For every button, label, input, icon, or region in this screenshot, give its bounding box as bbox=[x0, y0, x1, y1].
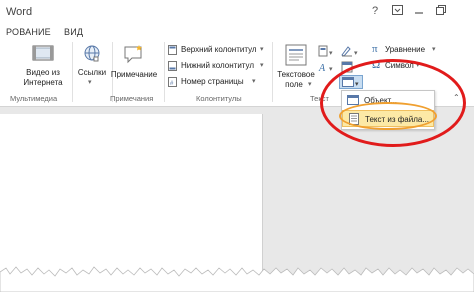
minimize-icon bbox=[415, 12, 423, 14]
equation-label: Уравнение bbox=[385, 45, 426, 54]
equation-button[interactable]: π Уравнение ▾ bbox=[372, 43, 462, 56]
textbox-dropdown-icon: ▾ bbox=[308, 81, 312, 88]
header-button[interactable]: Верхний колонтитул ▾ bbox=[168, 44, 268, 56]
svg-text:A: A bbox=[318, 63, 326, 73]
footer-label: Нижний колонтитул bbox=[181, 61, 255, 70]
links-label: Ссылки bbox=[77, 68, 107, 77]
pi-icon: π bbox=[372, 43, 378, 55]
online-video-button[interactable]: Видео из Интернета bbox=[22, 44, 64, 92]
comment-button[interactable]: Примечание bbox=[106, 44, 162, 90]
header-label: Верхний колонтитул bbox=[181, 45, 257, 54]
page-number-icon: # bbox=[168, 77, 177, 87]
footer-dropdown-icon: ▾ bbox=[260, 62, 264, 69]
wordart-button[interactable]: A ▾ bbox=[318, 60, 338, 74]
footer-button[interactable]: Нижний колонтитул ▾ bbox=[168, 60, 268, 72]
orange-highlight-oval bbox=[339, 102, 437, 130]
textbox-label-1: Текстовое bbox=[277, 70, 315, 79]
page-number-dropdown-icon: ▾ bbox=[252, 78, 256, 85]
footer-icon bbox=[168, 61, 177, 71]
svg-text:▾: ▾ bbox=[329, 50, 333, 57]
signature-icon: ▾ bbox=[341, 46, 358, 57]
tab-review[interactable]: РОВАНИЕ bbox=[6, 27, 51, 37]
help-button[interactable]: ? bbox=[367, 5, 383, 17]
quick-parts-button[interactable]: ▾ bbox=[318, 44, 338, 57]
page-number-label: Номер страницы bbox=[181, 77, 244, 86]
header-icon bbox=[168, 45, 177, 55]
svg-text:▾: ▾ bbox=[329, 66, 333, 73]
quick-parts-icon: ▾ bbox=[318, 45, 333, 57]
torn-edge bbox=[0, 266, 474, 292]
textbox-label-2: поле bbox=[285, 80, 303, 89]
wordart-icon: A ▾ bbox=[318, 63, 333, 74]
group-label-comments: Примечания bbox=[110, 94, 154, 103]
textbox-icon bbox=[285, 44, 307, 66]
group-label-media: Мультимедиа bbox=[10, 94, 58, 103]
comment-label: Примечание bbox=[110, 70, 158, 79]
links-button[interactable]: Ссылки ▾ bbox=[74, 44, 110, 90]
links-dropdown-icon: ▾ bbox=[88, 79, 92, 86]
textbox-button[interactable]: Текстовое поле ▾ bbox=[274, 44, 318, 90]
ribbon-separator bbox=[72, 42, 73, 102]
video-label-2: Интернета bbox=[23, 78, 63, 87]
ribbon-separator bbox=[164, 42, 165, 102]
restore-icon bbox=[436, 5, 446, 15]
restore-button[interactable] bbox=[433, 5, 449, 18]
header-dropdown-icon: ▾ bbox=[260, 46, 264, 53]
signature-line-button[interactable]: ▾ bbox=[340, 44, 362, 57]
video-label-1: Видео из bbox=[26, 68, 60, 77]
ribbon-display-button[interactable] bbox=[389, 5, 405, 18]
minimize-button[interactable] bbox=[411, 5, 427, 18]
video-icon bbox=[32, 45, 54, 61]
links-icon bbox=[84, 45, 100, 62]
title-bar: Word ? bbox=[0, 0, 474, 22]
ribbon-display-icon bbox=[391, 5, 403, 15]
group-label-headers: Колонтитулы bbox=[196, 94, 242, 103]
svg-text:▾: ▾ bbox=[354, 50, 358, 57]
equation-dropdown-icon: ▾ bbox=[432, 46, 436, 53]
tab-view[interactable]: ВИД bbox=[64, 27, 83, 37]
document-page[interactable] bbox=[0, 114, 263, 286]
ribbon-separator bbox=[272, 42, 273, 102]
page-number-button[interactable]: # Номер страницы ▾ bbox=[168, 76, 268, 88]
app-title: Word bbox=[6, 6, 33, 18]
comment-icon bbox=[124, 45, 142, 64]
